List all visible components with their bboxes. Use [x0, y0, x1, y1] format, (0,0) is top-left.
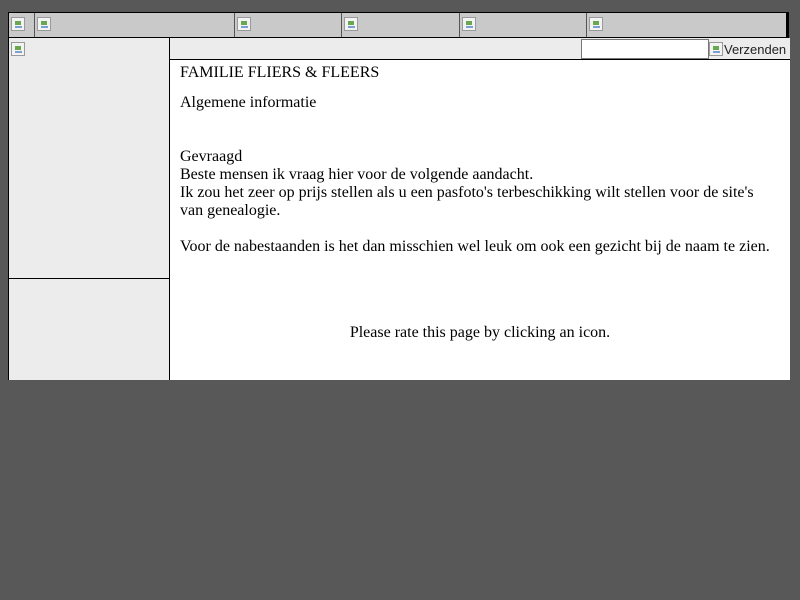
section-heading: Gevraagd [180, 148, 243, 165]
paragraph-line: Voor de nabestaanden is het dan misschie… [180, 238, 770, 255]
sidebar-image-panel [9, 38, 169, 279]
broken-image-icon [11, 42, 25, 56]
submit-button[interactable]: Verzenden [709, 39, 786, 59]
nav-button-2[interactable] [34, 13, 236, 37]
nav-button-6[interactable] [586, 13, 788, 37]
broken-image-icon [344, 17, 359, 31]
broken-image-icon [588, 17, 603, 31]
submit-button-label: Verzenden [724, 41, 787, 57]
search-input[interactable] [581, 39, 709, 59]
broken-image-icon [36, 17, 51, 31]
broken-image-icon [461, 17, 476, 31]
nav-button-1[interactable] [9, 13, 35, 37]
page-title: FAMILIE FLIERS & FLEERS [180, 64, 380, 81]
article-content: FAMILIE FLIERS & FLEERS Algemene informa… [180, 64, 780, 256]
rating-prompt: Please rate this page by clicking an ico… [349, 324, 611, 341]
nav-button-4[interactable] [342, 13, 460, 37]
page-subtitle: Algemene informatie [180, 94, 317, 111]
broken-image-icon [709, 42, 723, 56]
broken-image-icon [237, 17, 252, 31]
paragraph-line: Ik zou het zeer op prijs stellen als u e… [180, 184, 754, 219]
main-content-panel: Verzenden FAMILIE FLIERS & FLEERS Algeme… [170, 38, 790, 380]
broken-image-icon [11, 17, 25, 31]
nav-button-5[interactable] [459, 13, 587, 37]
paragraph-line: Beste mensen ik vraag hier voor de volge… [180, 166, 534, 183]
sidebar-lower-panel [9, 279, 169, 380]
nav-button-3[interactable] [235, 13, 343, 37]
left-sidebar [8, 38, 170, 380]
top-navigation-bar [8, 12, 789, 38]
search-bar: Verzenden [170, 38, 790, 60]
